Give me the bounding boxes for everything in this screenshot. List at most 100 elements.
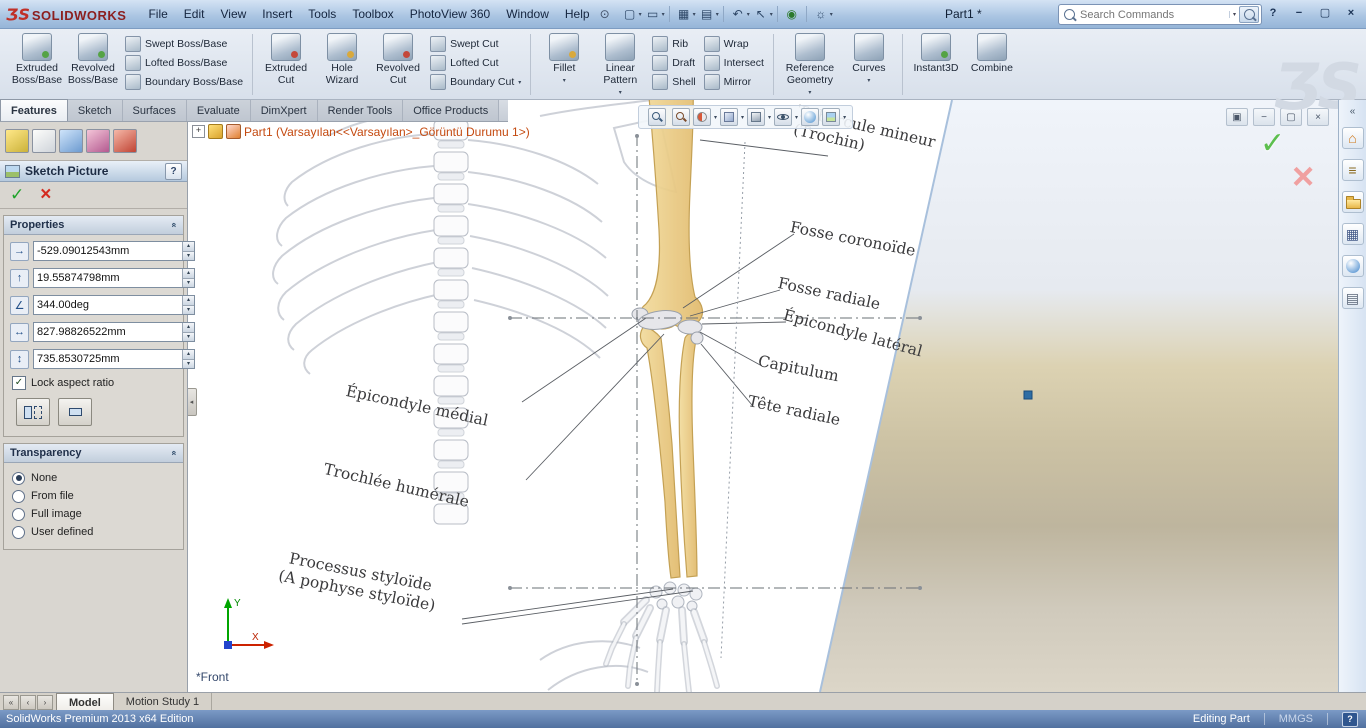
- status-help-icon[interactable]: ?: [1342, 711, 1358, 727]
- extruded-cut-button[interactable]: Extruded Cut: [258, 30, 314, 97]
- graphics-area[interactable]: Y X Tubercule mineur (Trochin) Fosse cor…: [188, 100, 1338, 692]
- doc-restore-icon[interactable]: ▣: [1226, 108, 1248, 126]
- tab-features[interactable]: Features: [0, 99, 68, 121]
- chevron-down-icon[interactable]: ▾: [795, 114, 798, 121]
- confirm-ok-icon[interactable]: ✓: [1260, 126, 1285, 161]
- tab-render-tools[interactable]: Render Tools: [317, 100, 404, 121]
- transparency-none-radio[interactable]: [12, 471, 25, 485]
- hide-show-items-icon[interactable]: [774, 108, 793, 126]
- spinner[interactable]: ▴ ▾: [182, 296, 194, 314]
- dimxpert-manager-tab-icon[interactable]: [86, 129, 110, 153]
- configuration-manager-tab-icon[interactable]: [59, 129, 83, 153]
- flip-vertical-button[interactable]: [58, 398, 92, 426]
- shell-button[interactable]: Shell: [652, 74, 696, 90]
- properties-group-header[interactable]: Properties «: [4, 216, 183, 235]
- search-go-button[interactable]: [1239, 6, 1259, 23]
- swept-cut-button[interactable]: Swept Cut: [430, 36, 521, 52]
- mirror-button[interactable]: Mirror: [703, 74, 764, 90]
- spinner[interactable]: ▴ ▾: [182, 269, 194, 287]
- revolved-boss-base-button[interactable]: Revolved Boss/Base: [65, 30, 121, 97]
- task-pane-collapse-icon[interactable]: «: [1350, 106, 1356, 117]
- appearances-icon[interactable]: [1341, 255, 1364, 277]
- rebuild-icon[interactable]: ◉: [782, 5, 802, 23]
- spin-down-icon[interactable]: ▾: [183, 331, 194, 341]
- motion-study-tab[interactable]: Motion Study 1: [114, 693, 213, 711]
- chevron-down-icon[interactable]: ▾: [770, 11, 773, 18]
- chevron-down-icon[interactable]: ▾: [716, 11, 719, 18]
- angle-input[interactable]: [34, 296, 182, 314]
- transparency-user-defined-radio[interactable]: [12, 525, 25, 539]
- app-minimize-button[interactable]: −: [1288, 4, 1310, 21]
- menu-view[interactable]: View: [212, 3, 254, 25]
- chevron-down-icon[interactable]: ▾: [830, 11, 833, 18]
- spin-up-icon[interactable]: ▴: [183, 269, 194, 278]
- transparency-group-header[interactable]: Transparency «: [4, 444, 183, 463]
- chevron-down-icon[interactable]: ▾: [867, 77, 870, 84]
- menu-help[interactable]: Help: [557, 3, 598, 25]
- zoom-fit-icon[interactable]: [648, 108, 666, 126]
- chevron-down-icon[interactable]: ▾: [1228, 11, 1239, 18]
- spinner[interactable]: ▴ ▾: [182, 350, 194, 368]
- tab-scroll-next-icon[interactable]: ›: [37, 694, 53, 710]
- boundary-cut-button[interactable]: Boundary Cut ▾: [430, 74, 521, 90]
- new-document-icon[interactable]: ▢: [620, 5, 640, 23]
- print-icon[interactable]: ▤: [697, 5, 717, 23]
- select-icon[interactable]: ↖: [751, 5, 771, 23]
- menu-photoview[interactable]: PhotoView 360: [402, 3, 499, 25]
- menu-edit[interactable]: Edit: [176, 3, 213, 25]
- fillet-button[interactable]: Fillet ▾: [536, 30, 592, 97]
- draft-button[interactable]: Draft: [652, 55, 695, 71]
- spin-down-icon[interactable]: ▾: [183, 277, 194, 287]
- curves-button[interactable]: Curves ▾: [841, 30, 897, 97]
- height-input[interactable]: [34, 350, 182, 368]
- edit-appearance-icon[interactable]: [801, 108, 820, 126]
- width-input[interactable]: [34, 323, 182, 341]
- linear-pattern-button[interactable]: Linear Pattern ▾: [592, 30, 648, 97]
- spin-down-icon[interactable]: ▾: [183, 304, 194, 314]
- resize-handle[interactable]: [1023, 390, 1033, 400]
- property-manager-tab-icon[interactable]: [5, 129, 29, 153]
- feature-tree-label[interactable]: Part1 (Varsayılan<<Varsayılan>_Görüntü D…: [244, 125, 530, 139]
- hole-wizard-button[interactable]: Hole Wizard: [314, 30, 370, 97]
- x-position-input[interactable]: [34, 242, 182, 260]
- transparency-full-image-radio[interactable]: [12, 507, 25, 521]
- tab-surfaces[interactable]: Surfaces: [122, 100, 187, 121]
- menu-file[interactable]: File: [140, 3, 175, 25]
- spin-down-icon[interactable]: ▾: [183, 250, 194, 260]
- open-document-icon[interactable]: ▭: [643, 5, 663, 23]
- swept-boss-base-button[interactable]: Swept Boss/Base: [125, 36, 243, 52]
- spinner[interactable]: ▴ ▾: [182, 323, 194, 341]
- tab-dimxpert[interactable]: DimXpert: [250, 100, 318, 121]
- reference-geometry-button[interactable]: Reference Geometry ▾: [779, 30, 841, 97]
- revolved-cut-button[interactable]: Revolved Cut: [370, 30, 426, 97]
- feature-manager-tab-icon[interactable]: [32, 129, 56, 153]
- tab-evaluate[interactable]: Evaluate: [186, 100, 251, 121]
- spinner[interactable]: ▴ ▾: [182, 242, 194, 260]
- app-close-button[interactable]: ×: [1340, 4, 1362, 21]
- search-input[interactable]: [1078, 7, 1229, 22]
- extruded-boss-base-button[interactable]: Extruded Boss/Base: [9, 30, 65, 97]
- wrap-button[interactable]: Wrap: [703, 36, 764, 52]
- tab-sketch[interactable]: Sketch: [67, 100, 123, 121]
- spin-down-icon[interactable]: ▾: [183, 358, 194, 368]
- tab-scroll-first-icon[interactable]: «: [3, 694, 19, 710]
- chevron-down-icon[interactable]: ▾: [619, 89, 622, 96]
- display-style-icon[interactable]: [747, 108, 766, 126]
- apply-scene-icon[interactable]: [822, 108, 841, 126]
- ok-button[interactable]: ✓: [10, 185, 24, 205]
- chevron-down-icon[interactable]: ▾: [693, 11, 696, 18]
- tree-expand-icon[interactable]: +: [192, 125, 205, 138]
- intersect-button[interactable]: Intersect: [703, 55, 764, 71]
- chevron-down-icon[interactable]: ▾: [768, 114, 771, 121]
- undo-icon[interactable]: ↶: [728, 5, 748, 23]
- lock-aspect-checkbox[interactable]: ✓: [12, 376, 26, 390]
- chevron-down-icon[interactable]: ▾: [518, 79, 521, 86]
- menu-insert[interactable]: Insert: [254, 3, 300, 25]
- help-button[interactable]: ?: [165, 162, 182, 180]
- tab-scroll-prev-icon[interactable]: ‹: [20, 694, 36, 710]
- chevron-down-icon[interactable]: ▾: [843, 114, 846, 121]
- chevron-down-icon[interactable]: ▾: [741, 114, 744, 121]
- app-help-button[interactable]: ?: [1262, 4, 1284, 21]
- section-view-icon[interactable]: [693, 108, 711, 126]
- lofted-boss-base-button[interactable]: Lofted Boss/Base: [125, 55, 243, 71]
